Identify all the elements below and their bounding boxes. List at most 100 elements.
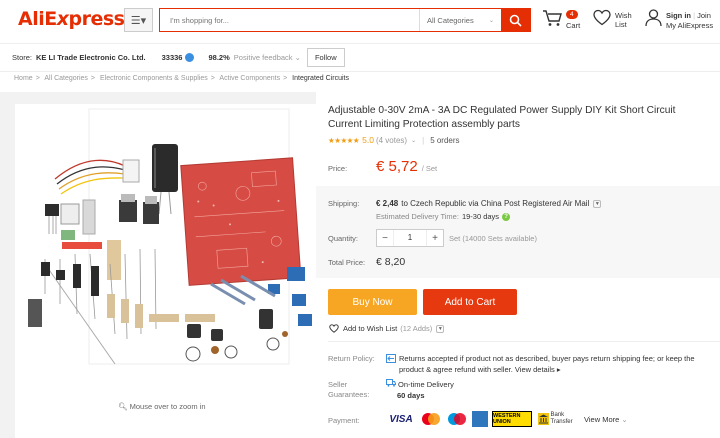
aliexpress-logo[interactable]: AliExpress: [18, 8, 125, 30]
rating-value: 5.0: [362, 135, 374, 145]
quantity-decrease-button[interactable]: −: [377, 233, 393, 244]
orders-count: 5 orders: [430, 135, 460, 145]
heart-icon: [593, 9, 611, 26]
buy-now-button[interactable]: Buy Now: [328, 289, 417, 315]
chevron-down-icon: ⌄: [294, 53, 301, 62]
shipping-text: to Czech Republic via China Post Registe…: [401, 199, 590, 208]
wish-list-link[interactable]: Wish List: [593, 9, 632, 29]
availability-text: Set (14000 Sets available): [449, 234, 537, 243]
chevron-down-icon: ⌄: [488, 17, 494, 24]
delivery-truck-icon: [386, 379, 396, 387]
payment-methods: VISA WESTERN UNION Bank Transfer View Mo…: [386, 411, 628, 427]
search-button[interactable]: [501, 9, 530, 31]
price-row: Price: € 5,72 / Set: [328, 158, 437, 175]
follow-button[interactable]: Follow: [306, 48, 345, 67]
mastercard-logo: [420, 411, 442, 427]
bank-icon: [537, 413, 549, 425]
chevron-down-icon: ⌄: [621, 414, 628, 424]
menu-icon: ☰▾: [130, 14, 147, 27]
breadcrumb-all-categories[interactable]: All Categories: [44, 75, 88, 82]
user-icon: [645, 9, 662, 27]
cart-count-badge: 4: [566, 10, 578, 19]
guarantee-days: 60 days: [397, 391, 425, 400]
site-header: AliExpress ☰▾ All Categories ⌄ 4 Cart Wi…: [0, 0, 720, 42]
view-details-link[interactable]: View details ▸: [515, 365, 561, 374]
maestro-logo: [446, 411, 468, 427]
quantity-increase-button[interactable]: +: [427, 233, 443, 244]
store-label: Store:: [12, 53, 33, 62]
quantity-input[interactable]: 1: [393, 230, 427, 246]
bank-transfer-logo: Bank Transfer: [536, 411, 576, 427]
breadcrumb-integrated-circuits[interactable]: Integrated Circuits: [292, 75, 349, 82]
medal-icon: [185, 53, 195, 62]
price-label: Price:: [328, 164, 348, 173]
view-more-payment-link[interactable]: View More ⌄: [584, 415, 628, 424]
sign-in-link[interactable]: Sign in: [666, 11, 691, 20]
seller-guarantees: On-time Delivery 60 days: [386, 379, 454, 401]
total-price-label: Total Price:: [328, 258, 366, 267]
magnifier-icon: 🔍︎: [118, 402, 128, 411]
breadcrumb-electronic-components[interactable]: Electronic Components & Supplies: [100, 75, 208, 82]
account-menu[interactable]: Sign in | Join My AliExpress: [645, 9, 713, 30]
divider: [328, 341, 720, 342]
store-bar: Store: KE LI Trade Electronic Co. Ltd. 3…: [0, 43, 720, 72]
chevron-down-icon[interactable]: ▼: [436, 324, 445, 333]
search-bar: All Categories ⌄: [159, 8, 531, 32]
account-links: Sign in | Join My AliExpress: [666, 11, 714, 30]
return-policy-label: Return Policy:: [328, 354, 375, 363]
quantity-label: Quantity:: [328, 234, 359, 243]
shipping-label: Shipping:: [328, 199, 360, 208]
bank-transfer-text: Bank Transfer: [550, 412, 573, 425]
breadcrumb: Home > All Categories > Electronic Compone…: [14, 75, 349, 82]
add-to-wish-list-link[interactable]: Add to Wish List (12 Adds) ▼: [329, 324, 445, 333]
join-link[interactable]: Join: [697, 11, 711, 20]
search-category-label: All Categories: [427, 15, 474, 25]
help-icon[interactable]: ?: [502, 212, 511, 221]
western-union-logo: WESTERN UNION: [492, 411, 532, 427]
price-unit: / Set: [421, 164, 438, 173]
cart-label: Cart: [566, 21, 581, 30]
votes-link[interactable]: (4 votes): [376, 136, 407, 145]
product-image[interactable]: 🔍︎ Mouse over to zoom in: [15, 104, 316, 438]
add-to-cart-button[interactable]: Add to Cart: [423, 289, 517, 315]
rating-row: ★★★★★ 5.0 (4 votes) ⌄ | 5 orders: [328, 135, 460, 145]
delivery-days: 19-30 days: [461, 212, 500, 221]
cart-link[interactable]: 4 Cart: [542, 9, 580, 30]
search-category-select[interactable]: All Categories ⌄: [419, 9, 501, 31]
delivery-estimate: Estimated Delivery Time: 19-30 days ?: [376, 212, 511, 221]
shipping-method-select[interactable]: € 2,48 to Czech Republic via China Post …: [376, 199, 602, 208]
quantity-stepper: − 1 +: [376, 229, 444, 247]
amex-logo: [472, 411, 488, 427]
shipping-cost: € 2,48: [376, 199, 399, 208]
return-icon: [386, 354, 396, 363]
feedback-label: Positive feedback: [233, 53, 293, 62]
chevron-down-icon: ▼: [593, 199, 602, 208]
wish-list-label: Wish List: [615, 11, 632, 29]
chevron-down-icon[interactable]: ⌄: [411, 137, 416, 144]
view-details-label: View details: [514, 365, 555, 374]
categories-menu-button[interactable]: ☰▾: [124, 8, 153, 32]
search-input[interactable]: [160, 9, 419, 31]
store-name-link[interactable]: KE LI Trade Electronic Co. Ltd.: [36, 53, 146, 62]
store-rating: 33336: [161, 53, 183, 62]
wish-list-link-label: Add to Wish List: [343, 324, 398, 333]
visa-logo: VISA: [389, 413, 413, 425]
positive-feedback-dropdown[interactable]: Positive feedback ⌄: [234, 53, 301, 62]
product-photo-illustration: [28, 108, 312, 365]
positive-feedback-percent: 98.2%: [208, 53, 230, 62]
breadcrumb-home[interactable]: Home: [14, 75, 33, 82]
payment-label: Payment:: [328, 416, 360, 425]
delivery-label: Estimated Delivery Time:: [376, 212, 459, 221]
view-more-label: View More: [584, 414, 620, 424]
breadcrumb-active-components[interactable]: Active Components: [219, 75, 280, 82]
total-price-value: € 8,20: [376, 256, 406, 268]
my-aliexpress-link[interactable]: My AliExpress: [666, 21, 713, 30]
zoom-hint: 🔍︎ Mouse over to zoom in: [118, 402, 206, 411]
star-rating-icon: ★★★★★: [328, 135, 360, 145]
cart-icon: [543, 10, 562, 26]
product-title: Adjustable 0-30V 2mA - 3A DC Regulated P…: [328, 105, 676, 130]
search-icon: [509, 14, 522, 27]
zoom-hint-text: Mouse over to zoom in: [129, 402, 206, 411]
seller-guarantees-label: Seller Guarantees:: [328, 380, 370, 399]
return-policy: Returns accepted if product not as descr…: [386, 353, 714, 375]
